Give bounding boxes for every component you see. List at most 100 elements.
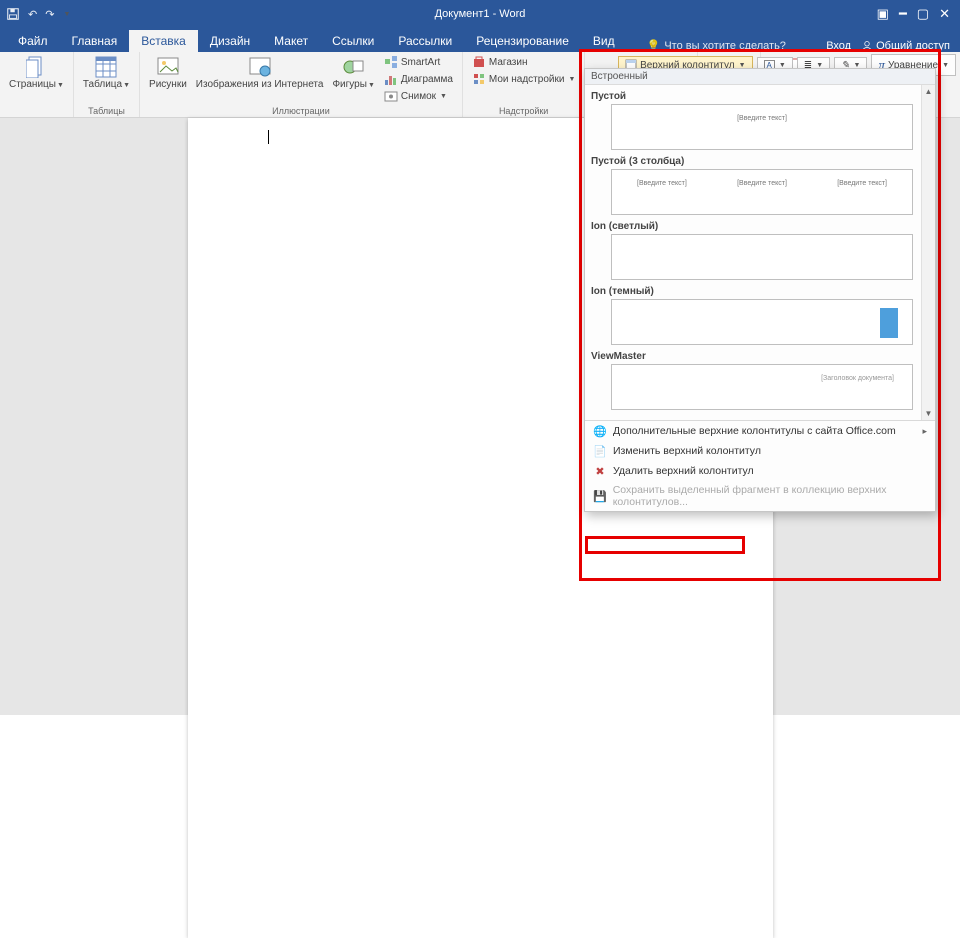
more-from-office-label: Дополнительные верхние колонтитулы с сай… [613,425,896,437]
pictures-button[interactable]: Рисунки [146,54,190,92]
tab-insert[interactable]: Вставка [129,30,198,52]
gallery-item-blank-3col[interactable]: Пустой (3 столбца) [Введите текст] [Введ… [589,156,929,215]
gallery-item-ion-dark[interactable]: Ion (темный) [589,286,929,345]
screenshot-icon [384,89,398,103]
gallery-preview [611,299,913,345]
redo-icon[interactable]: ↷ [45,8,54,21]
store-button[interactable]: Магазин [469,54,578,70]
gallery-item-title: ViewMaster [591,351,929,362]
ribbon-options-icon[interactable]: ▣ [877,6,889,22]
save-icon[interactable] [6,7,20,21]
person-icon [861,40,873,52]
smartart-icon [384,55,398,69]
tab-design[interactable]: Дизайн [198,30,262,52]
minimize-icon[interactable]: ━ [899,6,907,22]
undo-icon[interactable]: ↶ [28,8,37,21]
smartart-button[interactable]: SmartArt [381,54,456,70]
edit-header-button[interactable]: 📄 Изменить верхний колонтитул [585,441,935,461]
online-pictures-button[interactable]: Изображения из Интернета [193,54,327,92]
pages-button[interactable]: Страницы▼ [6,54,67,93]
office-icon: 🌐 [593,424,607,438]
gallery-preview [611,234,913,280]
screenshot-label: Снимок [401,91,436,102]
group-label-pages [35,106,38,117]
gallery-item-title: Ion (светлый) [591,221,929,232]
shapes-label: Фигуры [332,79,366,90]
placeholder-text: [Введите текст] [737,180,787,187]
sign-in-link[interactable]: Вход [826,40,851,52]
remove-header-button[interactable]: ✖ Удалить верхний колонтитул [585,461,935,481]
header-gallery-dropdown: Встроенный Пустой [Введите текст] Пустой… [584,68,936,512]
gallery-preview: [Введите текст] [611,104,913,150]
gallery-item-blank[interactable]: Пустой [Введите текст] [589,91,929,150]
placeholder-text: [Введите текст] [837,180,887,187]
store-label: Магазин [489,57,528,68]
submenu-arrow-icon: ▸ [922,426,927,437]
ribbon-group-addins: Магазин Мои надстройки▼ Надстройки [463,52,585,117]
addins-icon [472,72,486,86]
gallery-section-builtin: Встроенный [585,69,935,85]
placeholder-text: [Введите текст] [637,180,687,187]
shapes-icon [343,56,365,78]
ribbon-group-pages: Страницы▼ [0,52,74,117]
gallery-preview: [Введите текст] [Введите текст] [Введите… [611,169,913,215]
chart-icon [384,72,398,86]
remove-header-icon: ✖ [593,464,607,478]
shapes-button[interactable]: Фигуры▼ [329,54,377,93]
gallery-item-title: Ion (темный) [591,286,929,297]
save-selection-label: Сохранить выделенный фрагмент в коллекци… [613,484,927,508]
table-button[interactable]: Таблица▼ [80,54,133,93]
ribbon-group-tables: Таблица▼ Таблицы [74,52,140,117]
gallery-item-title: Пустой (3 столбца) [591,156,929,167]
my-addins-button[interactable]: Мои надстройки▼ [469,71,578,87]
save-selection-icon: 💾 [593,489,607,503]
chart-label: Диаграмма [401,74,453,85]
gallery-item-title: Пустой [591,91,929,102]
tab-view[interactable]: Вид [581,30,627,52]
gallery-item-viewmaster[interactable]: ViewMaster [Заголовок документа] [589,351,929,410]
smartart-label: SmartArt [401,57,440,68]
tab-references[interactable]: Ссылки [320,30,386,52]
group-label-tables: Таблицы [88,106,125,117]
placeholder-text: [Заголовок документа] [821,375,894,382]
gallery-scrollbar[interactable]: ▲ ▼ [921,85,935,420]
share-label: Общий доступ [876,40,950,52]
online-pictures-label: Изображения из Интернета [196,79,324,90]
tab-mailings[interactable]: Рассылки [386,30,464,52]
quick-access-toolbar: ↶ ↷ ▼ [0,7,70,21]
edit-header-label: Изменить верхний колонтитул [613,445,761,457]
share-button[interactable]: Общий доступ [861,40,950,52]
ribbon-group-illustrations: Рисунки Изображения из Интернета Фигуры▼… [140,52,463,117]
screenshot-button[interactable]: Снимок▼ [381,88,456,104]
gallery-scroll-area: Пустой [Введите текст] Пустой (3 столбца… [585,85,935,420]
pages-label: Страницы [9,79,56,90]
tab-layout[interactable]: Макет [262,30,320,52]
close-icon[interactable]: ✕ [939,6,950,22]
more-from-office-button[interactable]: 🌐 Дополнительные верхние колонтитулы с с… [585,421,935,441]
scroll-up-icon[interactable]: ▲ [923,85,935,98]
tab-review[interactable]: Рецензирование [464,30,581,52]
tell-me[interactable]: 💡 Что вы хотите сделать? [647,39,786,52]
table-icon [95,56,117,78]
gallery-footer: 🌐 Дополнительные верхние колонтитулы с с… [585,420,935,511]
qat-dropdown-icon[interactable]: ▼ [63,11,70,18]
text-cursor [268,130,269,144]
tab-home[interactable]: Главная [60,30,130,52]
group-label-addins: Надстройки [499,106,548,117]
picture-icon [157,56,179,78]
store-icon [472,55,486,69]
title-bar: ↶ ↷ ▼ Документ1 - Word ▣ ━ ▢ ✕ [0,0,960,28]
chart-button[interactable]: Диаграмма [381,71,456,87]
gallery-item-ion-light[interactable]: Ion (светлый) [589,221,929,280]
remove-header-label: Удалить верхний колонтитул [613,465,754,477]
scroll-down-icon[interactable]: ▼ [923,407,935,420]
my-addins-label: Мои надстройки [489,74,565,85]
lightbulb-icon: 💡 [647,39,661,52]
online-picture-icon [249,56,271,78]
group-label-illustrations: Иллюстрации [272,106,330,117]
gallery-preview: [Заголовок документа] [611,364,913,410]
tab-file[interactable]: Файл [6,30,60,52]
maximize-icon[interactable]: ▢ [917,6,929,22]
pictures-label: Рисунки [149,79,187,90]
accent-block [880,308,898,338]
